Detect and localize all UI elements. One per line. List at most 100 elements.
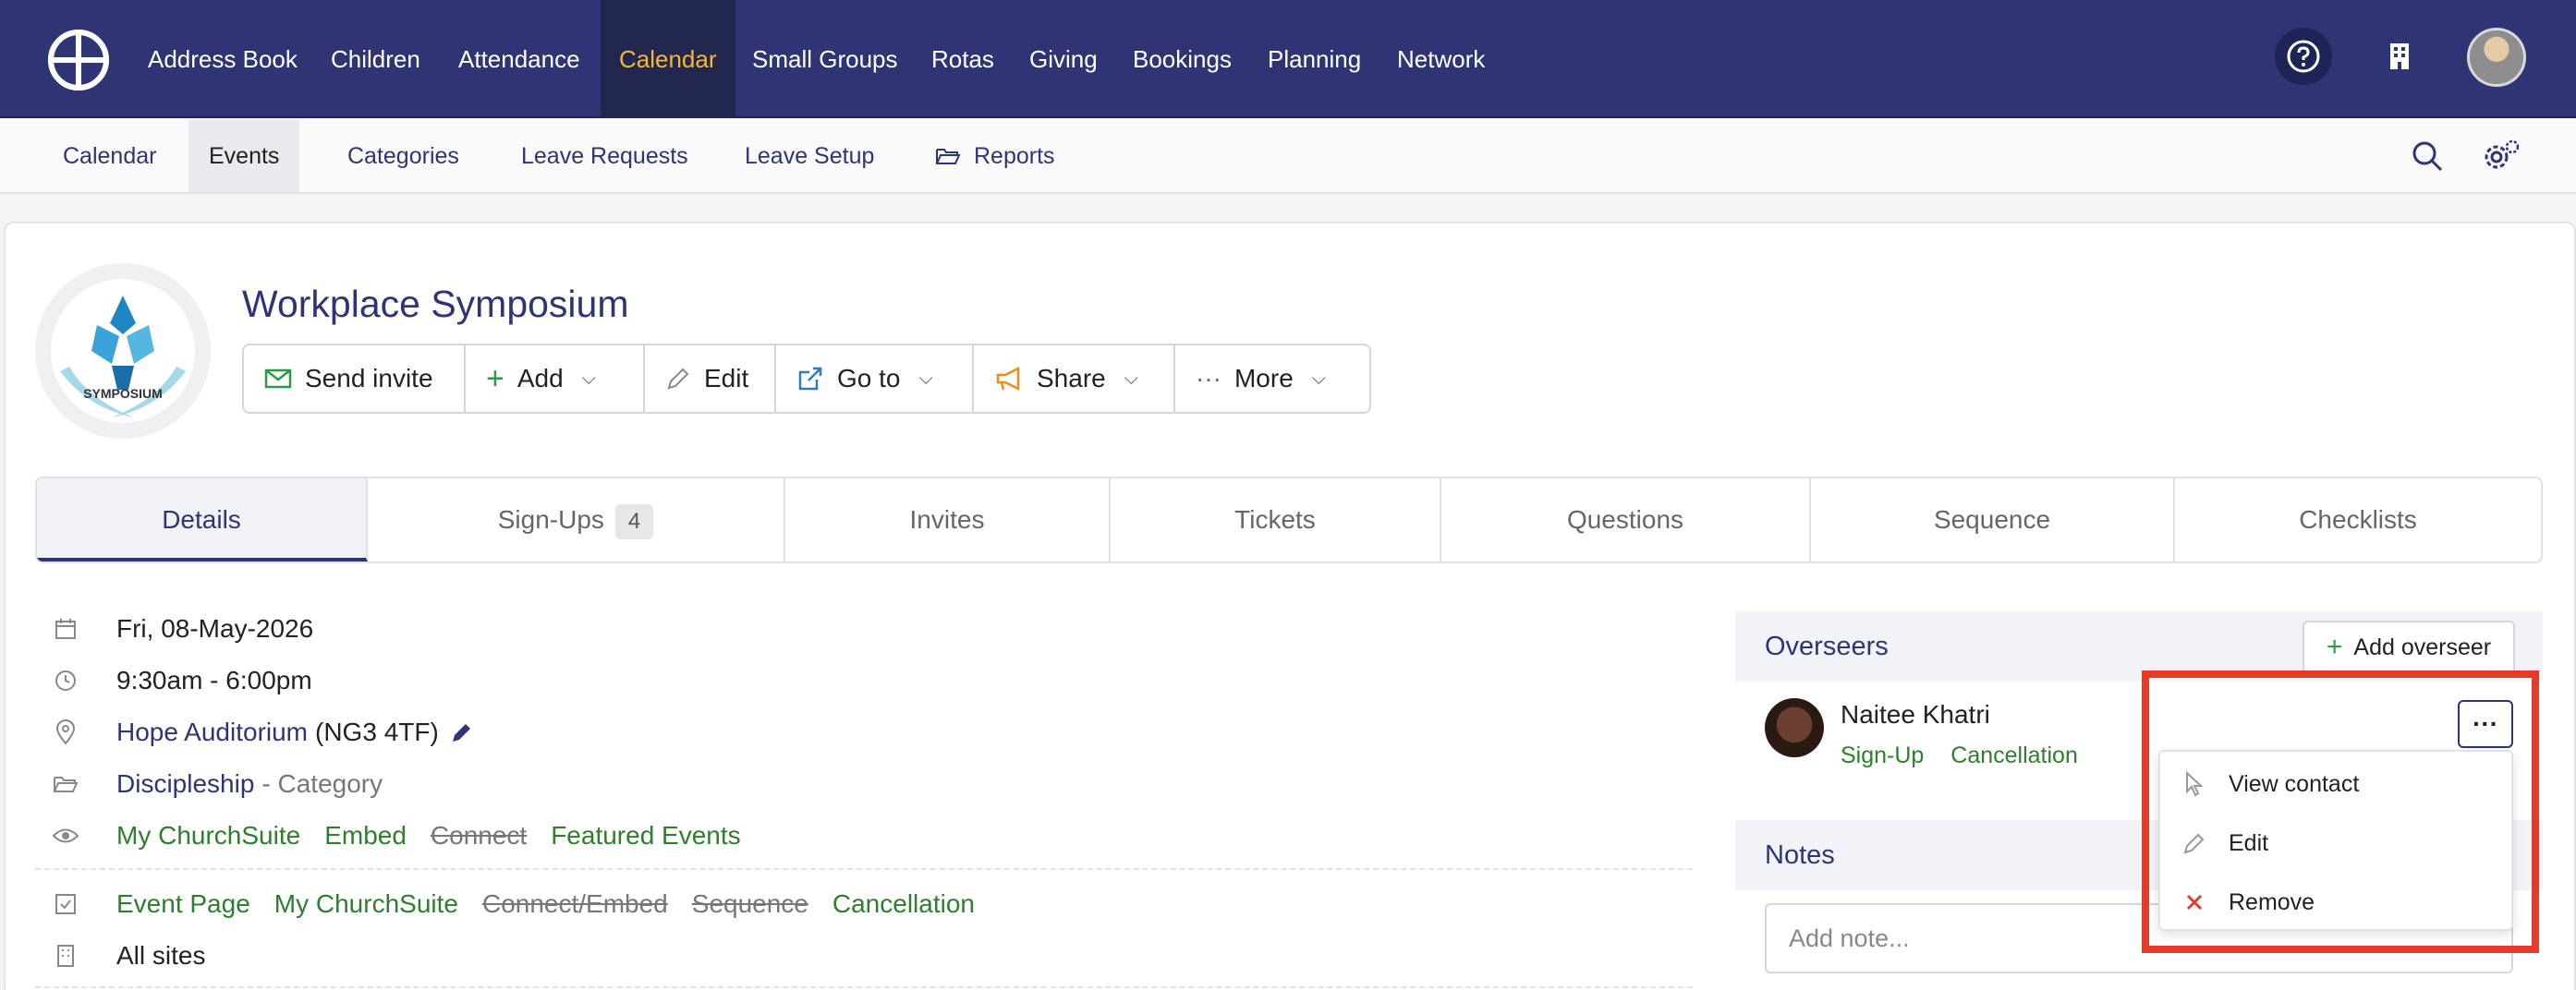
calendar-icon xyxy=(52,615,79,643)
edit-button[interactable]: Edit xyxy=(645,345,776,412)
event-date: Fri, 08-May-2026 xyxy=(116,614,314,643)
tab-checklists[interactable]: Checklists xyxy=(2175,478,2541,561)
tab-sign-ups-label: Sign-Ups xyxy=(497,505,604,534)
tab-sequence[interactable]: Sequence xyxy=(1811,478,2175,561)
share-dropdown-button[interactable]: Share ⌵ xyxy=(974,345,1175,412)
settings-button[interactable] xyxy=(2480,135,2522,177)
notes-title: Notes xyxy=(1765,840,1835,870)
subnav-reports[interactable]: Reports xyxy=(915,120,1075,192)
edit-pencil-icon[interactable] xyxy=(450,720,474,744)
nav-giving[interactable]: Giving xyxy=(1011,0,1116,118)
plus-icon: + xyxy=(486,360,504,396)
add-overseer-label: Add overseer xyxy=(2353,634,2492,660)
nav-network[interactable]: Network xyxy=(1379,0,1503,118)
chevron-down-icon: ⌵ xyxy=(581,368,596,389)
visibility-connect: Connect xyxy=(430,821,528,850)
nav-children[interactable]: Children xyxy=(312,0,439,118)
folder-icon xyxy=(52,770,79,798)
nav-attendance[interactable]: Attendance xyxy=(440,0,599,118)
envelope-icon xyxy=(264,368,292,389)
more-dropdown-button[interactable]: ··· More ⌵ xyxy=(1175,345,1369,412)
nav-address-book[interactable]: Address Book xyxy=(129,0,316,118)
visibility-embed: Embed xyxy=(324,821,407,850)
tab-sign-ups[interactable]: Sign-Ups 4 xyxy=(368,478,785,561)
subnav-reports-label: Reports xyxy=(974,143,1055,169)
event-sites-row: All sites xyxy=(52,936,205,976)
chevron-down-icon: ⌵ xyxy=(918,368,933,389)
sites-button[interactable] xyxy=(2371,28,2428,85)
checkbox-icon xyxy=(52,890,79,918)
subnav-calendar[interactable]: Calendar xyxy=(43,120,176,192)
clock-icon xyxy=(52,667,79,694)
folder-open-icon xyxy=(936,149,961,164)
overseers-title: Overseers xyxy=(1765,632,1889,661)
subnav-leave-requests[interactable]: Leave Requests xyxy=(501,120,709,192)
eye-icon xyxy=(52,822,79,850)
map-pin-icon xyxy=(52,718,79,746)
divider xyxy=(35,868,1693,870)
event-visibility-row: My ChurchSuite Embed Connect Featured Ev… xyxy=(52,815,741,856)
logo-text: SYMPOSIUM xyxy=(83,386,163,401)
event-time: 9:30am - 6:00pm xyxy=(116,666,312,694)
pencil-icon xyxy=(667,368,689,390)
chevron-down-icon: ⌵ xyxy=(1124,368,1138,389)
symposium-logo-icon xyxy=(60,296,186,417)
search-button[interactable] xyxy=(2406,135,2448,177)
event-sites: All sites xyxy=(116,941,206,970)
nav-bookings[interactable]: Bookings xyxy=(1114,0,1250,118)
more-label: More xyxy=(1233,364,1294,392)
subnav-events[interactable]: Events xyxy=(188,120,300,192)
subnav-leave-setup[interactable]: Leave Setup xyxy=(724,120,894,192)
overseer-role-signup: Sign-Up xyxy=(1841,742,1925,768)
event-features-row: Event Page My ChurchSuite Connect/Embed … xyxy=(52,884,975,924)
goto-label: Go to xyxy=(837,364,901,392)
category-suffix: - Category xyxy=(261,769,383,798)
event-category-row: Discipleship - Category xyxy=(52,764,383,804)
add-dropdown-button[interactable]: + Add ⌵ xyxy=(466,345,645,412)
ellipsis-icon: ··· xyxy=(1196,364,1221,392)
sub-navigation: Calendar Events Categories Leave Request… xyxy=(0,120,2576,194)
sign-ups-count-badge: 4 xyxy=(614,503,654,539)
event-tabs: Details Sign-Ups 4 Invites Tickets Questi… xyxy=(35,477,2543,563)
subnav-categories[interactable]: Categories xyxy=(327,120,480,192)
external-link-icon xyxy=(798,367,822,391)
category-link[interactable]: Discipleship xyxy=(116,769,254,799)
overseer-roles: Sign-Up Cancellation xyxy=(1841,742,2078,769)
chevron-down-icon: ⌵ xyxy=(1311,368,1326,389)
nav-calendar[interactable]: Calendar xyxy=(601,0,735,118)
send-invite-button[interactable]: Send invite xyxy=(244,345,466,412)
overseer-role-cancellation: Cancellation xyxy=(1950,742,2078,768)
user-avatar[interactable] xyxy=(2467,28,2526,87)
nav-small-groups[interactable]: Small Groups xyxy=(734,0,917,118)
tab-tickets[interactable]: Tickets xyxy=(1111,478,1441,561)
event-location-row: Hope Auditorium (NG3 4TF) xyxy=(52,712,474,753)
add-overseer-button[interactable]: + Add overseer xyxy=(2303,621,2515,674)
highlight-box xyxy=(2142,670,2539,953)
plus-icon: + xyxy=(2326,632,2343,662)
goto-dropdown-button[interactable]: Go to ⌵ xyxy=(776,345,974,412)
app-logo-icon[interactable] xyxy=(48,30,109,91)
building-icon xyxy=(2390,43,2409,69)
overseer-avatar xyxy=(1765,698,1824,757)
nav-planning[interactable]: Planning xyxy=(1249,0,1379,118)
event-logo: SYMPOSIUM xyxy=(35,263,211,439)
location-postcode: (NG3 4TF) xyxy=(315,718,439,746)
share-label: Share xyxy=(1037,364,1106,392)
location-link[interactable]: Hope Auditorium xyxy=(116,718,308,747)
feature-cancellation: Cancellation xyxy=(832,889,975,918)
help-button[interactable] xyxy=(2275,28,2332,85)
help-icon xyxy=(2287,40,2320,73)
event-title: Workplace Symposium xyxy=(242,283,629,325)
event-date-row: Fri, 08-May-2026 xyxy=(52,609,313,649)
tab-questions[interactable]: Questions xyxy=(1441,478,1811,561)
visibility-featured-events: Featured Events xyxy=(551,821,741,850)
building-icon xyxy=(52,942,79,970)
tab-details[interactable]: Details xyxy=(37,478,368,561)
edit-label: Edit xyxy=(704,364,749,392)
send-invite-label: Send invite xyxy=(305,364,433,392)
tab-invites[interactable]: Invites xyxy=(785,478,1111,561)
nav-rotas[interactable]: Rotas xyxy=(913,0,1013,118)
event-toolbar: Send invite + Add ⌵ Edit Go to ⌵ Share ⌵… xyxy=(242,344,1371,414)
feature-sequence: Sequence xyxy=(691,889,808,918)
overseer-name[interactable]: Naitee Khatri xyxy=(1841,700,1990,730)
